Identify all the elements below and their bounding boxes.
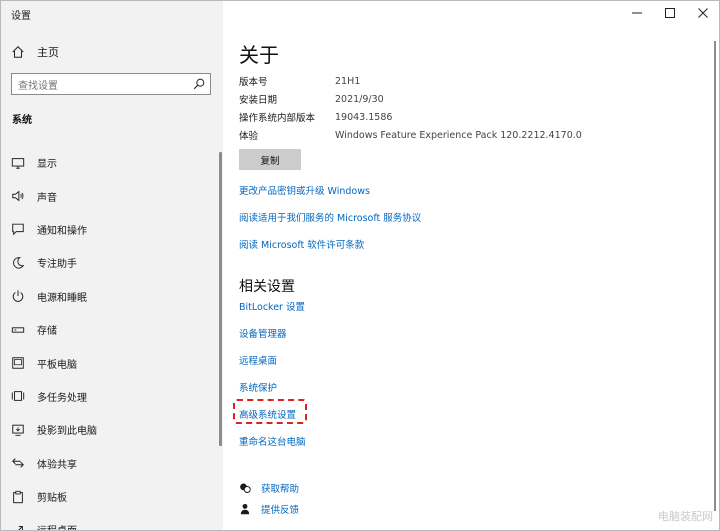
main-scrollbar[interactable] (714, 41, 716, 511)
maximize-button[interactable] (653, 1, 686, 25)
project-icon (12, 424, 24, 436)
watermark: 电脑装配网 (658, 510, 713, 523)
notification-icon (12, 224, 24, 236)
nav-home-label: 主页 (37, 46, 59, 59)
feedback-icon (240, 503, 250, 515)
search-input[interactable] (12, 76, 188, 97)
spec-label: 安装日期 (239, 95, 278, 106)
sidebar-item-shared-experiences[interactable]: 体验共享 (1, 447, 219, 480)
sidebar-item-display[interactable]: 显示 (1, 146, 219, 179)
sidebar-item-label: 显示 (37, 159, 57, 171)
section-title: 系统 (12, 115, 32, 126)
display-icon (11, 157, 25, 169)
speaker-icon (12, 190, 24, 202)
clipboard-icon (13, 490, 23, 503)
minimize-button[interactable] (620, 1, 653, 25)
give-feedback-link[interactable]: 提供反馈 (239, 502, 299, 516)
sidebar-item-multitasking[interactable]: 多任务处理 (1, 380, 219, 413)
remote-desktop-link[interactable]: 远程桌面 (239, 353, 277, 367)
give-feedback-label: 提供反馈 (261, 505, 300, 516)
get-help-label: 获取帮助 (261, 484, 300, 495)
spec-label: 操作系统内部版本 (239, 113, 316, 124)
share-icon (12, 458, 24, 468)
app-title: 设置 (11, 11, 31, 22)
spec-value: Windows Feature Experience Pack 120.2212… (335, 129, 582, 141)
system-protection-link[interactable]: 系统保护 (239, 380, 277, 394)
help-chat-icon (240, 483, 251, 493)
sidebar-item-remote-desktop[interactable]: 远程桌面 (1, 513, 219, 530)
sidebar-item-label: 专注助手 (37, 259, 77, 271)
sidebar-item-power[interactable]: 电源和睡眠 (1, 280, 219, 313)
sidebar-item-sound[interactable]: 声音 (1, 179, 219, 212)
maximize-icon (664, 8, 675, 18)
sidebar-item-label: 电源和睡眠 (37, 292, 87, 304)
minimize-icon (631, 12, 642, 14)
main-content: 关于 版本号 21H1 安装日期 2021/9/30 操作系统内部版本 1904… (223, 1, 719, 530)
storage-icon (11, 326, 25, 333)
services-agreement-link[interactable]: 阅读适用于我们服务的 Microsoft 服务协议 (239, 210, 421, 224)
remote-icon (18, 526, 23, 530)
power-icon (12, 290, 24, 303)
nav-list: 显示 声音 通知和操作 专注助手 电源和睡眠 存储 平板电脑 多任务处理 投影到… (1, 146, 219, 530)
sidebar: 设置 主页 系统 显示 声音 通知和操作 专注 (1, 1, 223, 530)
spec-label: 体验 (239, 131, 259, 142)
window-controls (620, 1, 719, 25)
spec-row: 体验 Windows Feature Experience Pack 120.2… (239, 126, 582, 144)
sidebar-item-label: 通知和操作 (37, 225, 87, 237)
sidebar-item-label: 存储 (37, 326, 57, 338)
sidebar-item-project[interactable]: 投影到此电脑 (1, 413, 219, 446)
nav-home[interactable]: 主页 (11, 44, 59, 60)
spec-label: 版本号 (239, 77, 268, 88)
sidebar-item-focus-assist[interactable]: 专注助手 (1, 246, 219, 279)
sidebar-item-label: 剪贴板 (37, 493, 67, 505)
bitlocker-link[interactable]: BitLocker 设置 (239, 299, 305, 313)
rename-pc-link[interactable]: 重命名这台电脑 (239, 434, 306, 448)
device-manager-link[interactable]: 设备管理器 (239, 326, 287, 340)
highlight-box (233, 399, 307, 424)
sidebar-item-label: 声音 (37, 192, 57, 204)
page-title: 关于 (239, 43, 279, 67)
close-icon (697, 8, 708, 18)
settings-window: 设置 主页 系统 显示 声音 通知和操作 专注 (0, 0, 720, 531)
sidebar-item-label: 多任务处理 (37, 392, 87, 404)
spec-table: 版本号 21H1 安装日期 2021/9/30 操作系统内部版本 19043.1… (239, 72, 582, 144)
close-button[interactable] (686, 1, 719, 25)
get-help-link[interactable]: 获取帮助 (239, 481, 299, 495)
search-icon[interactable] (192, 77, 206, 91)
sidebar-scrollbar[interactable] (219, 152, 222, 446)
search-box[interactable] (11, 73, 211, 97)
moon-icon (13, 257, 25, 269)
sidebar-item-storage[interactable]: 存储 (1, 313, 219, 346)
spec-row: 操作系统内部版本 19043.1586 (239, 108, 582, 126)
tablet-icon (12, 357, 24, 369)
sidebar-item-notifications[interactable]: 通知和操作 (1, 213, 219, 246)
spec-row: 版本号 21H1 (239, 72, 582, 90)
spec-value: 2021/9/30 (335, 93, 384, 105)
sidebar-item-label: 远程桌面 (37, 522, 77, 530)
multitask-icon (11, 391, 25, 402)
license-terms-link[interactable]: 阅读 Microsoft 软件许可条款 (239, 237, 364, 251)
spec-value: 19043.1586 (335, 111, 393, 123)
sidebar-item-tablet[interactable]: 平板电脑 (1, 346, 219, 379)
sidebar-item-label: 投影到此电脑 (37, 426, 97, 438)
related-settings-title: 相关设置 (239, 279, 295, 295)
home-icon (12, 46, 24, 58)
sidebar-item-label: 体验共享 (37, 459, 77, 471)
change-product-key-link[interactable]: 更改产品密钥或升级 Windows (239, 183, 370, 197)
spec-value: 21H1 (335, 75, 361, 87)
sidebar-item-label: 平板电脑 (37, 359, 77, 371)
sidebar-item-clipboard[interactable]: 剪贴板 (1, 480, 219, 513)
spec-row: 安装日期 2021/9/30 (239, 90, 582, 108)
copy-button[interactable]: 复制 (239, 149, 301, 170)
